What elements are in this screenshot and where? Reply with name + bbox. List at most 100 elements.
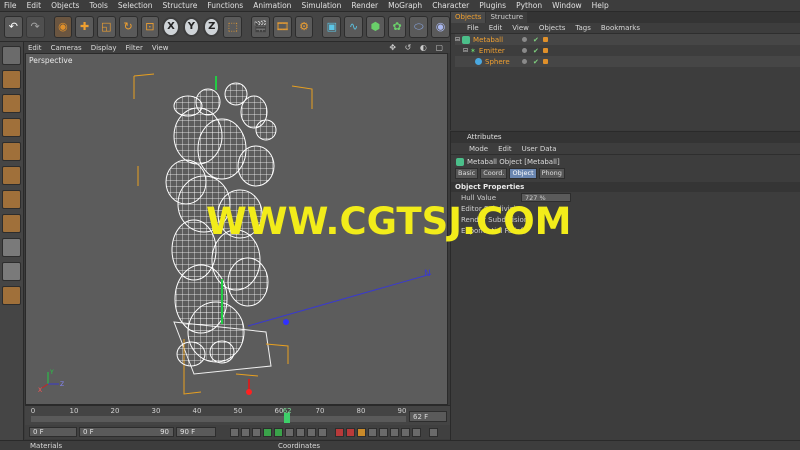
vp-menu-display[interactable]: Display	[91, 44, 117, 52]
section-object-properties[interactable]: Object Properties	[451, 182, 800, 192]
attr-menu-mode[interactable]: Mode	[469, 145, 488, 153]
viewport-nav-icons[interactable]: ✥ ↺ ◐ ▢	[389, 43, 446, 52]
timeline[interactable]: 0 10 20 30 40 50 60 62 70 80 90 62 F	[25, 405, 450, 425]
enabled-check-icon[interactable]: ✔	[533, 47, 539, 55]
menu-selection[interactable]: Selection	[118, 1, 153, 10]
menu-render[interactable]: Render	[351, 1, 378, 10]
obj-menu-edit[interactable]: Edit	[489, 24, 503, 32]
render-picture-viewer-icon[interactable]: 🎞	[272, 15, 292, 38]
model-mode-icon[interactable]	[2, 46, 21, 65]
attr-menu-userdata[interactable]: User Data	[522, 145, 557, 153]
nurbs-icon[interactable]: ⬢	[365, 15, 385, 38]
end-frame-field[interactable]: 90 F	[176, 427, 216, 437]
environment-icon[interactable]: ◉	[431, 15, 450, 38]
obj-menu-objects[interactable]: Objects	[539, 24, 565, 32]
axis-mode-icon[interactable]	[2, 190, 21, 209]
menu-structure[interactable]: Structure	[163, 1, 198, 10]
tab-objects[interactable]: Objects	[451, 12, 486, 23]
visibility-dot-icon[interactable]	[522, 59, 527, 64]
object-row-sphere[interactable]: Sphere ✔	[455, 56, 800, 67]
axis-y-lock-icon[interactable]: Y	[182, 16, 201, 37]
timeline-playhead[interactable]	[284, 413, 291, 423]
menu-window[interactable]: Window	[552, 1, 582, 10]
coordinates-panel-title[interactable]: Coordinates	[278, 442, 320, 450]
start-frame-field[interactable]: 0 F	[29, 427, 77, 437]
move-tool-icon[interactable]: ✚	[75, 15, 94, 38]
render-view-icon[interactable]: 🎬	[251, 15, 270, 38]
edges-mode-icon[interactable]	[2, 142, 21, 161]
axis-z-lock-icon[interactable]: Z	[203, 16, 221, 37]
menu-edit[interactable]: Edit	[27, 1, 42, 10]
vp-menu-filter[interactable]: Filter	[126, 44, 143, 52]
texture-mode-icon[interactable]	[2, 94, 21, 113]
goto-end-icon[interactable]	[307, 427, 316, 437]
deformer-icon[interactable]: ⬭	[409, 15, 429, 38]
menu-functions[interactable]: Functions	[207, 1, 243, 10]
materials-panel-title[interactable]: Materials	[30, 442, 62, 450]
tab-basic[interactable]: Basic	[455, 168, 479, 179]
rotate-tool-icon[interactable]: ↻	[118, 15, 138, 38]
workplane-icon[interactable]	[2, 262, 21, 281]
vp-menu-edit[interactable]: Edit	[28, 44, 42, 52]
pla-key-icon[interactable]	[412, 427, 421, 437]
vp-menu-cameras[interactable]: Cameras	[51, 44, 82, 52]
undo-icon[interactable]: ↶	[4, 15, 23, 38]
position-key-icon[interactable]	[368, 427, 377, 437]
menu-objects[interactable]: Objects	[51, 1, 79, 10]
obj-menu-file[interactable]: File	[467, 24, 479, 32]
enabled-check-icon[interactable]: ✔	[533, 36, 539, 44]
next-key-icon[interactable]	[296, 427, 305, 437]
loop-icon[interactable]	[318, 427, 327, 437]
tab-object[interactable]: Object	[509, 168, 537, 179]
points-mode-icon[interactable]	[2, 118, 21, 137]
menu-file[interactable]: File	[4, 1, 17, 10]
scale-tool-icon[interactable]: ◱	[97, 15, 116, 38]
scale-key-icon[interactable]	[379, 427, 388, 437]
prev-key-icon[interactable]	[241, 427, 250, 437]
tweak-mode-icon[interactable]	[2, 214, 21, 233]
obj-menu-view[interactable]: View	[512, 24, 529, 32]
recent-tool-icon[interactable]: ⊡	[140, 15, 160, 38]
attr-menu-edit[interactable]: Edit	[498, 145, 512, 153]
next-frame-icon[interactable]	[285, 427, 294, 437]
timeline-track[interactable]	[31, 416, 406, 422]
cube-object-icon[interactable]: ▣	[322, 15, 342, 38]
rotation-key-icon[interactable]	[390, 427, 399, 437]
vp-menu-view[interactable]: View	[152, 44, 169, 52]
tag-icon[interactable]	[543, 48, 548, 53]
redo-icon[interactable]: ↷	[25, 15, 45, 38]
prev-frame-icon[interactable]	[252, 427, 261, 437]
autokey-icon[interactable]	[346, 427, 355, 437]
collapse-icon[interactable]: ⊟	[455, 36, 460, 43]
tab-structure[interactable]: Structure	[486, 12, 528, 23]
snap-icon[interactable]	[2, 238, 21, 257]
array-icon[interactable]: ✿	[387, 15, 407, 38]
menu-help[interactable]: Help	[592, 1, 609, 10]
frame-range-field[interactable]: 0 F 90	[79, 427, 174, 437]
menu-animation[interactable]: Animation	[253, 1, 291, 10]
coordinate-system-icon[interactable]: ⬚	[223, 15, 243, 38]
live-selection-icon[interactable]: ◉	[53, 15, 73, 38]
record-icon[interactable]	[335, 427, 344, 437]
axis-x-lock-icon[interactable]: X	[162, 16, 180, 37]
tab-phong[interactable]: Phong	[538, 168, 565, 179]
timeline-settings-icon[interactable]	[429, 427, 438, 437]
play-forward-icon[interactable]	[274, 427, 283, 437]
visibility-dot-icon[interactable]	[522, 48, 527, 53]
goto-start-icon[interactable]	[230, 427, 239, 437]
object-row-metaball[interactable]: ⊟ Metaball ✔	[455, 34, 800, 45]
polygons-mode-icon[interactable]	[2, 166, 21, 185]
menu-simulation[interactable]: Simulation	[301, 1, 341, 10]
current-frame-field[interactable]: 62 F	[409, 411, 447, 422]
play-backward-icon[interactable]	[263, 427, 272, 437]
menu-character[interactable]: Character	[432, 1, 469, 10]
keyframe-selection-icon[interactable]	[357, 427, 366, 437]
locked-workplane-icon[interactable]	[2, 286, 21, 305]
tag-icon[interactable]	[543, 37, 548, 42]
spline-icon[interactable]: ∿	[344, 15, 363, 38]
menu-plugins[interactable]: Plugins	[479, 1, 506, 10]
tag-icon[interactable]	[543, 59, 548, 64]
menu-python[interactable]: Python	[516, 1, 542, 10]
object-row-emitter[interactable]: ⊟ ✶ Emitter ✔	[455, 45, 800, 56]
enabled-check-icon[interactable]: ✔	[533, 58, 539, 66]
